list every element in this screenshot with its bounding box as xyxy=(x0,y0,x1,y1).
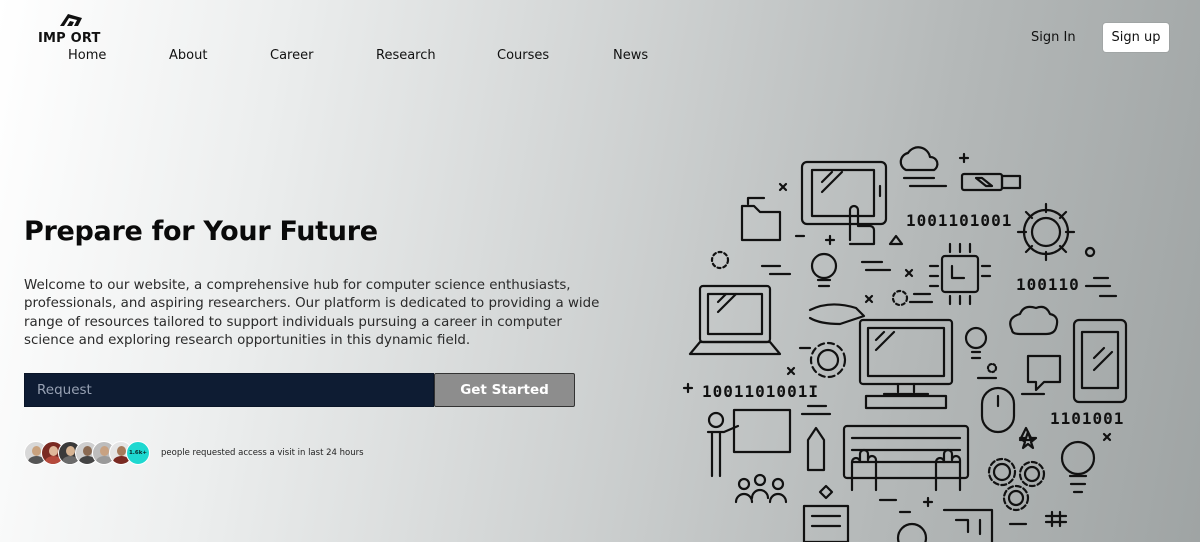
hero-description-line: range of resources tailored to support i… xyxy=(24,314,562,330)
hero-description-line: professionals, and aspiring researchers.… xyxy=(24,296,600,312)
tablet-touch-icon xyxy=(800,160,888,246)
presentation-board-icon xyxy=(706,408,792,478)
nav-courses[interactable]: Courses xyxy=(497,48,549,63)
brand-logo[interactable]: IMP ORT xyxy=(38,12,104,46)
pencil-icon xyxy=(806,426,826,472)
hero-description: Welcome to our website, a comprehensive … xyxy=(24,277,600,350)
social-proof-text: people requested access a visit in last … xyxy=(161,448,364,458)
nav-research[interactable]: Research xyxy=(376,48,436,63)
gears-cluster-icon xyxy=(987,457,1046,512)
keyboard-icon xyxy=(842,424,970,492)
chat-bubble-icon xyxy=(1026,354,1062,392)
request-input[interactable] xyxy=(24,373,434,407)
mouse-icon xyxy=(980,386,1016,434)
smartphone-icon xyxy=(1072,318,1128,404)
idea-bulb-icon xyxy=(1060,440,1096,494)
nav-about[interactable]: About xyxy=(169,48,207,63)
nav-home[interactable]: Home xyxy=(68,48,106,63)
hero-description-line: Welcome to our website, a comprehensive … xyxy=(24,278,571,293)
nav-career[interactable]: Career xyxy=(270,48,313,63)
sign-in-link[interactable]: Sign In xyxy=(1031,30,1076,45)
binary-text-1: 1001101001 xyxy=(906,211,1012,230)
people-group-icon xyxy=(734,473,788,504)
laptop-icon xyxy=(688,284,782,356)
usb-drive-icon xyxy=(960,172,1022,192)
small-lightbulb-icon xyxy=(964,326,988,360)
avatar-group: 1.6k+ xyxy=(24,441,154,465)
gear-icon xyxy=(1016,202,1076,262)
binary-text-4: 1101001 xyxy=(1050,409,1124,428)
binary-text-3: 1001101001I xyxy=(702,382,819,401)
folder-icon xyxy=(740,196,782,242)
hero-title: Prepare for Your Future xyxy=(24,216,378,247)
hero-description-line: science and exploring research opportuni… xyxy=(24,332,471,348)
logo-mark-icon xyxy=(60,14,82,26)
nav-news[interactable]: News xyxy=(613,48,648,63)
cloud-icon xyxy=(899,146,939,172)
tech-illustration: 1001101001 100110 1001101001I 1101001 xyxy=(682,146,1128,542)
desktop-monitor-icon xyxy=(858,318,954,410)
chip-icon xyxy=(928,242,992,306)
brand-name: IMP ORT xyxy=(38,31,101,46)
small-gear-icon xyxy=(809,341,847,379)
count-badge: 1.6k+ xyxy=(126,441,150,465)
get-started-button[interactable]: Get Started xyxy=(434,373,575,407)
sign-up-button[interactable]: Sign up xyxy=(1103,23,1169,52)
binary-text-2: 100110 xyxy=(1016,275,1080,294)
lightbulb-icon xyxy=(810,252,838,288)
brain-icon xyxy=(1009,305,1059,336)
